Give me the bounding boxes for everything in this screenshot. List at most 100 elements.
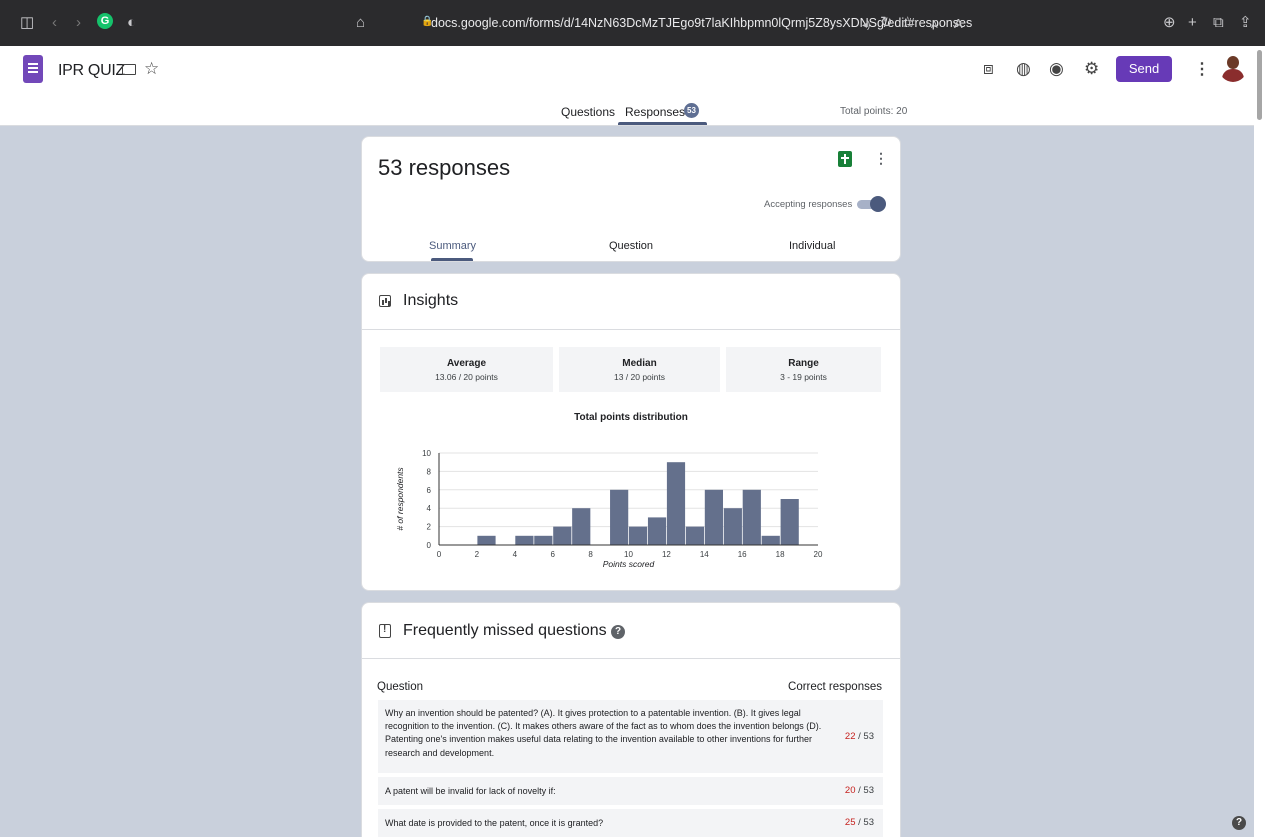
missed-question-text: A patent will be invalid for lack of nov… [385, 786, 556, 796]
correct-responses-score: 25 / 53 [845, 817, 874, 828]
histogram-bar [780, 499, 799, 545]
histogram-bar [610, 489, 629, 545]
google-forms-icon[interactable] [23, 55, 43, 83]
help-icon[interactable]: ? [611, 625, 625, 639]
stat-median-label: Median [622, 358, 657, 369]
stat-average: Average 13.06 / 20 points [380, 347, 553, 392]
folder-icon[interactable] [122, 64, 136, 75]
forms-header: IPR QUIZ ☆ ⧈ ◍ ◉ ⚙ Send ⋮ [0, 46, 1265, 94]
histogram-bar [704, 489, 723, 545]
missed-question-text: Why an invention should be patented? (A)… [385, 708, 822, 758]
total-count: / 53 [858, 731, 874, 742]
points-distribution-chart: 0 2 4 6 8 10 0 2 4 6 8 10 12 14 16 18 20 Points scored # o… [395, 449, 823, 569]
y-tick-label: 2 [427, 523, 432, 532]
x-axis-title: Points scored [603, 559, 655, 569]
stat-average-value: 13.06 / 20 points [435, 372, 498, 382]
frequently-missed-header: Frequently missed questions ? [362, 603, 900, 659]
total-count: / 53 [858, 785, 874, 796]
back-icon[interactable]: ‹ [52, 14, 57, 32]
sidebar-toggle-icon[interactable]: ◫ [20, 14, 34, 32]
x-tick-label: 0 [437, 550, 442, 559]
y-tick-label: 4 [427, 504, 432, 513]
accepting-responses-label: Accepting responses [764, 199, 853, 210]
insights-title: Insights [403, 292, 459, 309]
distribution-title: Total points distribution [574, 412, 688, 423]
y-tick-label: 0 [427, 541, 432, 550]
palette-icon[interactable]: ◍ [1016, 59, 1031, 79]
stat-range-value: 3 - 19 points [780, 372, 827, 382]
responses-count-badge: 53 [684, 103, 699, 118]
audio-icon[interactable]: ◂) [862, 17, 870, 35]
tab-questions[interactable]: Questions [561, 105, 615, 119]
download-icon[interactable]: ⊕ [1163, 14, 1176, 32]
x-tick-label: 4 [513, 550, 518, 559]
histogram-bar [742, 489, 761, 545]
google-sheets-icon[interactable] [838, 151, 852, 167]
stat-range-label: Range [788, 358, 819, 369]
accepting-responses-toggle[interactable] [857, 196, 886, 212]
responses-more-icon[interactable]: ⋮ [874, 150, 888, 167]
text-larger-icon[interactable]: A [954, 15, 963, 33]
histogram-bar [761, 535, 780, 545]
active-tab-indicator [618, 122, 707, 125]
insights-card: Insights Average 13.06 / 20 points Media… [361, 273, 901, 591]
histogram-bar [515, 535, 534, 545]
missed-question-row[interactable]: What date is provided to the patent, onc… [378, 809, 883, 837]
responses-summary-card: 53 responses ⋮ Accepting responses Summa… [361, 136, 901, 262]
reload-icon[interactable]: ↻ [880, 14, 893, 32]
x-tick-label: 12 [662, 550, 671, 559]
y-tick-label: 6 [427, 486, 432, 495]
send-button[interactable]: Send [1116, 56, 1172, 82]
histogram-bar [629, 526, 648, 545]
avatar[interactable] [1219, 54, 1247, 82]
correct-responses-score: 22 / 53 [845, 731, 874, 742]
grammarly-extension-icon[interactable]: G [97, 13, 113, 29]
tab-responses[interactable]: Responses [625, 105, 685, 119]
x-tick-label: 8 [588, 550, 593, 559]
y-tick-label: 8 [427, 467, 432, 476]
new-tab-icon[interactable]: + [1188, 14, 1197, 32]
address-bar[interactable]: 🔒 docs.google.com/forms/d/14NzN63DcMzTJE… [381, 11, 972, 35]
responses-count-title: 53 responses [378, 155, 511, 180]
page-help-icon[interactable]: ? [1232, 816, 1246, 830]
total-count: / 53 [858, 817, 874, 828]
preview-eye-icon[interactable]: ◉ [1049, 59, 1064, 79]
star-icon[interactable]: ☆ [144, 59, 159, 79]
x-tick-label: 16 [738, 550, 747, 559]
stat-range: Range 3 - 19 points [726, 347, 881, 392]
text-smaller-icon[interactable]: A [931, 17, 938, 35]
histogram-bar [666, 462, 686, 545]
subtab-individual[interactable]: Individual [789, 240, 835, 252]
form-title[interactable]: IPR QUIZ [58, 62, 125, 80]
subtab-question[interactable]: Question [609, 240, 653, 252]
privacy-shield-icon[interactable]: ◐ [127, 14, 136, 32]
frequently-missed-card: Frequently missed questions ? Question C… [361, 602, 901, 837]
page-scrollbar[interactable] [1254, 46, 1265, 837]
histogram-bar [723, 508, 742, 545]
x-tick-label: 6 [550, 550, 555, 559]
missed-question-row[interactable]: Why an invention should be patented? (A)… [378, 700, 883, 773]
correct-count: 20 [844, 785, 856, 796]
more-options-icon[interactable]: ⋮ [1194, 59, 1210, 79]
tabs-overview-icon[interactable]: ⧉ [1213, 14, 1224, 32]
share-icon[interactable]: ⇪ [1239, 14, 1252, 32]
subtab-summary[interactable]: Summary [429, 240, 476, 252]
x-tick-label: 18 [776, 550, 785, 559]
bookmark-star-icon[interactable]: ☆ [901, 14, 914, 32]
addons-puzzle-icon[interactable]: ⧈ [983, 59, 994, 79]
histogram-bar [685, 526, 705, 545]
total-points: Total points: 20 [840, 106, 908, 117]
home-icon[interactable]: ⌂ [356, 14, 365, 32]
forward-icon[interactable]: › [76, 14, 81, 32]
settings-gear-icon[interactable]: ⚙ [1084, 59, 1099, 79]
missed-question-row[interactable]: A patent will be invalid for lack of nov… [378, 777, 883, 805]
missed-question-text: What date is provided to the patent, onc… [385, 818, 604, 828]
y-axis-title: # of respondents [395, 467, 405, 531]
histogram-bar [572, 508, 591, 545]
stat-median-value: 13 / 20 points [613, 372, 666, 382]
form-tabs: Questions Responses 53 Total points: 20 [0, 94, 1265, 126]
histogram-bar [534, 535, 553, 545]
x-tick-label: 14 [700, 550, 709, 559]
column-header-question: Question [377, 681, 424, 693]
x-tick-label: 20 [814, 550, 823, 559]
